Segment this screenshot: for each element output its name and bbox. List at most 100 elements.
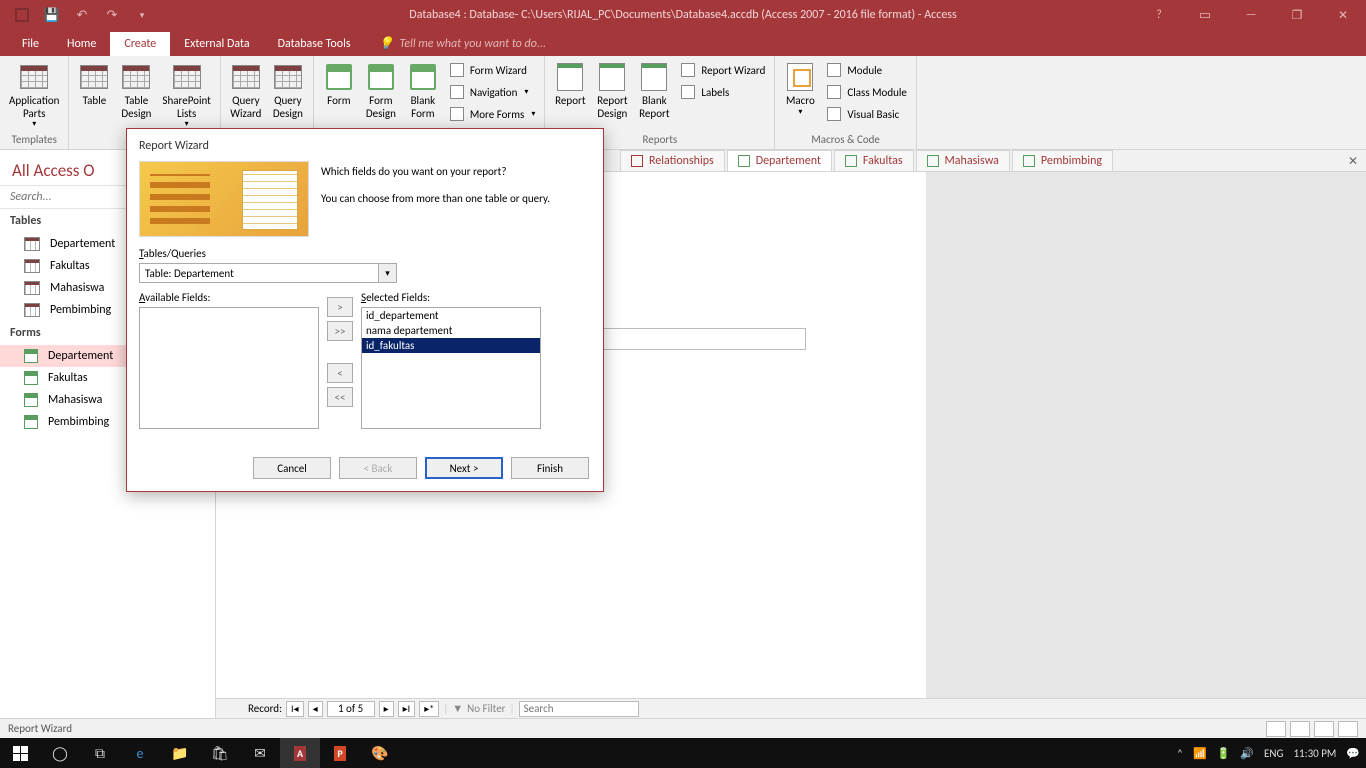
- edge-button[interactable]: e: [120, 738, 160, 768]
- report-wizard-button[interactable]: Report Wizard: [676, 59, 769, 81]
- add-all-fields-button[interactable]: >>: [327, 321, 353, 341]
- store-button[interactable]: 🛍: [200, 738, 240, 768]
- tab-database-tools[interactable]: Database Tools: [264, 32, 365, 56]
- class-module-button[interactable]: Class Module: [822, 81, 911, 103]
- window-controls: ? ▭ — ❐ ✕: [1136, 0, 1366, 30]
- visual-basic-icon: [827, 107, 841, 121]
- tables-queries-combo[interactable]: [139, 263, 379, 283]
- minimize-button[interactable]: —: [1228, 0, 1274, 30]
- form-icon: [927, 155, 939, 167]
- task-view-button[interactable]: ⧉: [80, 738, 120, 768]
- query-design-button[interactable]: Query Design: [268, 59, 308, 122]
- redo-icon[interactable]: ↷: [98, 1, 126, 29]
- powerpoint-button[interactable]: P: [320, 738, 360, 768]
- more-forms-button[interactable]: More Forms▾: [445, 103, 540, 125]
- macro-button[interactable]: Macro▾: [780, 59, 820, 119]
- finish-button[interactable]: Finish: [511, 457, 589, 479]
- doctab-pembimbing[interactable]: Pembimbing: [1012, 150, 1113, 171]
- form-icon: [738, 155, 750, 167]
- tables-queries-label: Tables/Queries: [139, 247, 591, 260]
- labels-button[interactable]: Labels: [676, 81, 769, 103]
- tab-external-data[interactable]: External Data: [170, 32, 263, 56]
- query-wizard-button[interactable]: Query Wizard: [226, 59, 266, 122]
- tab-create[interactable]: Create: [110, 32, 170, 56]
- list-item[interactable]: id_departement: [362, 308, 540, 323]
- filter-icon[interactable]: ▼: [452, 702, 463, 715]
- module-button[interactable]: Module: [822, 59, 911, 81]
- table-design-button[interactable]: Table Design: [116, 59, 156, 122]
- paint-button[interactable]: 🎨: [360, 738, 400, 768]
- doctab-close-icon[interactable]: ✕: [1348, 154, 1358, 169]
- navigation-button[interactable]: Navigation▾: [445, 81, 540, 103]
- volume-icon[interactable]: 🔊: [1240, 747, 1254, 760]
- remove-all-fields-button[interactable]: <<: [327, 387, 353, 407]
- start-button[interactable]: [0, 738, 40, 768]
- next-button[interactable]: Next >: [425, 457, 503, 479]
- ribbon-options-icon[interactable]: ▭: [1182, 0, 1228, 30]
- record-search-input[interactable]: [519, 701, 639, 717]
- add-field-button[interactable]: >: [327, 297, 353, 317]
- available-fields-listbox[interactable]: [139, 307, 319, 429]
- selected-fields-listbox[interactable]: id_departement nama departement id_fakul…: [361, 307, 541, 429]
- combo-dropdown-icon[interactable]: ▾: [379, 263, 397, 283]
- record-position-input[interactable]: [327, 701, 375, 717]
- help-button[interactable]: ?: [1136, 0, 1182, 30]
- view-design-button[interactable]: [1338, 721, 1358, 737]
- battery-icon[interactable]: 🔋: [1217, 747, 1231, 760]
- restore-button[interactable]: ❐: [1274, 0, 1320, 30]
- windows-icon: [13, 746, 28, 761]
- save-icon[interactable]: 💾: [38, 1, 66, 29]
- tray-up-icon[interactable]: ˄: [1177, 747, 1183, 760]
- sharepoint-icon: [173, 65, 201, 89]
- blank-form-button[interactable]: Blank Form: [403, 59, 443, 122]
- record-prev-button[interactable]: ◂: [308, 701, 323, 717]
- status-bar: Report Wizard: [0, 718, 1366, 738]
- blank-report-icon: [641, 63, 667, 91]
- record-first-button[interactable]: I◂: [286, 701, 304, 717]
- close-button[interactable]: ✕: [1320, 0, 1366, 30]
- tab-home[interactable]: Home: [53, 32, 110, 56]
- record-last-button[interactable]: ▸I: [398, 701, 416, 717]
- table-icon: [80, 65, 108, 89]
- table-button[interactable]: Table: [74, 59, 114, 110]
- record-next-button[interactable]: ▸: [379, 701, 394, 717]
- action-center-icon[interactable]: 💬: [1346, 747, 1360, 760]
- list-item[interactable]: nama departement: [362, 323, 540, 338]
- view-datasheet-button[interactable]: [1290, 721, 1310, 737]
- doctab-relationships[interactable]: Relationships: [620, 150, 725, 171]
- view-form-button[interactable]: [1266, 721, 1286, 737]
- list-item[interactable]: id_fakultas: [362, 338, 540, 353]
- form-wizard-button[interactable]: Form Wizard: [445, 59, 540, 81]
- mail-button[interactable]: ✉: [240, 738, 280, 768]
- view-layout-button[interactable]: [1314, 721, 1334, 737]
- doctab-departement[interactable]: Departement: [727, 150, 832, 171]
- back-button[interactable]: < Back: [339, 457, 417, 479]
- table-design-icon: [122, 65, 150, 89]
- remove-field-button[interactable]: <: [327, 363, 353, 383]
- clock[interactable]: 11:30 PM: [1293, 747, 1336, 760]
- language-indicator[interactable]: ENG: [1264, 747, 1283, 760]
- form-icon: [845, 155, 857, 167]
- doctab-fakultas[interactable]: Fakultas: [834, 150, 914, 171]
- network-icon[interactable]: 📶: [1193, 747, 1207, 760]
- tab-file[interactable]: File: [8, 32, 53, 56]
- application-parts-button[interactable]: Application Parts▾: [5, 59, 63, 131]
- visual-basic-button[interactable]: Visual Basic: [822, 103, 911, 125]
- file-explorer-button[interactable]: 📁: [160, 738, 200, 768]
- report-design-button[interactable]: Report Design: [592, 59, 632, 122]
- qat-customize-icon[interactable]: ▾: [128, 1, 156, 29]
- sharepoint-lists-button[interactable]: SharePoint Lists▾: [158, 59, 214, 131]
- access-button[interactable]: A: [280, 738, 320, 768]
- form-design-button[interactable]: Form Design: [361, 59, 401, 122]
- table-icon: [24, 237, 40, 251]
- cancel-button[interactable]: Cancel: [253, 457, 331, 479]
- form-button[interactable]: Form: [319, 59, 359, 110]
- report-button[interactable]: Report: [550, 59, 590, 110]
- form-icon: [24, 371, 38, 385]
- blank-report-button[interactable]: Blank Report: [634, 59, 674, 122]
- tell-me-search[interactable]: 💡Tell me what you want to do...: [365, 31, 560, 56]
- doctab-mahasiswa[interactable]: Mahasiswa: [916, 150, 1010, 171]
- record-new-button[interactable]: ▸*: [419, 701, 439, 717]
- undo-icon[interactable]: ↶: [68, 1, 96, 29]
- cortana-button[interactable]: ◯: [40, 738, 80, 768]
